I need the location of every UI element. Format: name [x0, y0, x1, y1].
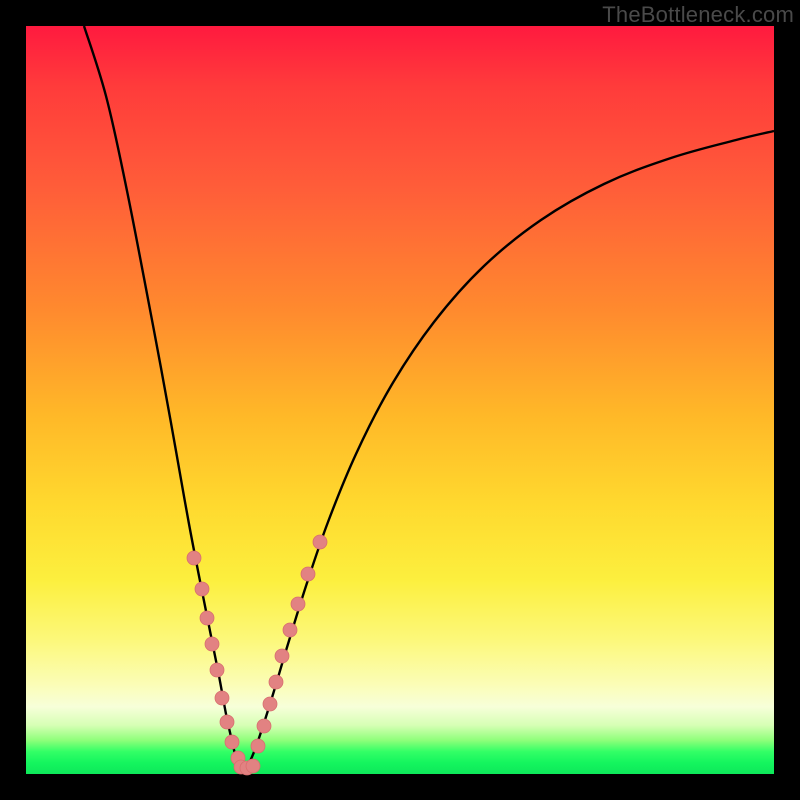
data-marker	[187, 551, 201, 565]
data-marker	[215, 691, 229, 705]
data-marker	[257, 719, 271, 733]
data-marker	[263, 697, 277, 711]
data-marker	[283, 623, 297, 637]
data-marker	[275, 649, 289, 663]
data-marker	[200, 611, 214, 625]
data-marker	[313, 535, 327, 549]
data-marker	[210, 663, 224, 677]
data-marker	[195, 582, 209, 596]
data-marker	[246, 759, 260, 773]
curve-left-branch	[84, 26, 242, 772]
chart-svg	[26, 26, 774, 774]
markers-bottom-group	[234, 759, 260, 775]
data-marker	[301, 567, 315, 581]
curve-right-branch	[242, 131, 774, 772]
data-marker	[205, 637, 219, 651]
chart-frame	[26, 26, 774, 774]
data-marker	[220, 715, 234, 729]
watermark-text: TheBottleneck.com	[602, 2, 794, 28]
data-marker	[251, 739, 265, 753]
data-marker	[269, 675, 283, 689]
data-marker	[291, 597, 305, 611]
data-marker	[225, 735, 239, 749]
